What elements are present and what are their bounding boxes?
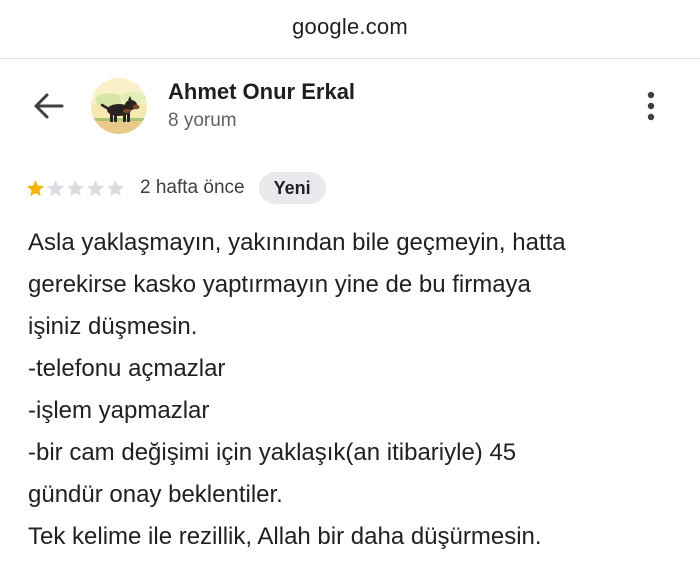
star-empty-icon — [67, 179, 84, 196]
review-line: işiniz düşmesin. — [28, 313, 198, 340]
review-line: -telefonu açmazlar — [28, 355, 226, 382]
review-line: Asla yaklaşmayın, yakınından bile geçmey… — [28, 229, 566, 256]
review-body: Asla yaklaşmayın, yakınından bile geçmey… — [28, 222, 678, 558]
star-rating — [26, 179, 126, 198]
review-line: Tek kelime ile rezillik, Allah bir daha … — [28, 523, 542, 550]
star-filled-icon — [27, 179, 44, 196]
dog-avatar-icon — [91, 78, 147, 134]
browser-address-bar[interactable]: google.com — [0, 0, 700, 59]
arrow-left-icon — [34, 93, 64, 119]
new-badge: Yeni — [258, 172, 326, 204]
review-time: 2 hafta önce — [140, 177, 245, 198]
review-line: -bir cam değişimi için yaklaşık(an itiba… — [28, 439, 517, 466]
review-line: gerekirse kasko yaptırmayın yine de bu f… — [28, 271, 531, 298]
star-empty-icon — [107, 179, 124, 196]
review-count: 8 yorum — [168, 110, 237, 131]
more-options-button[interactable] — [636, 88, 666, 124]
review-meta: 2 hafta önce Yeni — [26, 171, 326, 205]
review-line: gündür onay beklentiler. — [28, 481, 283, 508]
back-button[interactable] — [28, 88, 68, 124]
avatar[interactable] — [91, 78, 147, 134]
reviewer-name[interactable]: Ahmet Onur Erkal — [168, 79, 355, 105]
star-empty-icon — [47, 179, 64, 196]
star-empty-icon — [87, 179, 104, 196]
review-line: -işlem yapmazlar — [28, 397, 210, 424]
review-header: Ahmet Onur Erkal 8 yorum — [0, 70, 700, 140]
url-text: google.com — [292, 14, 408, 39]
vertical-dots-icon — [647, 91, 655, 121]
